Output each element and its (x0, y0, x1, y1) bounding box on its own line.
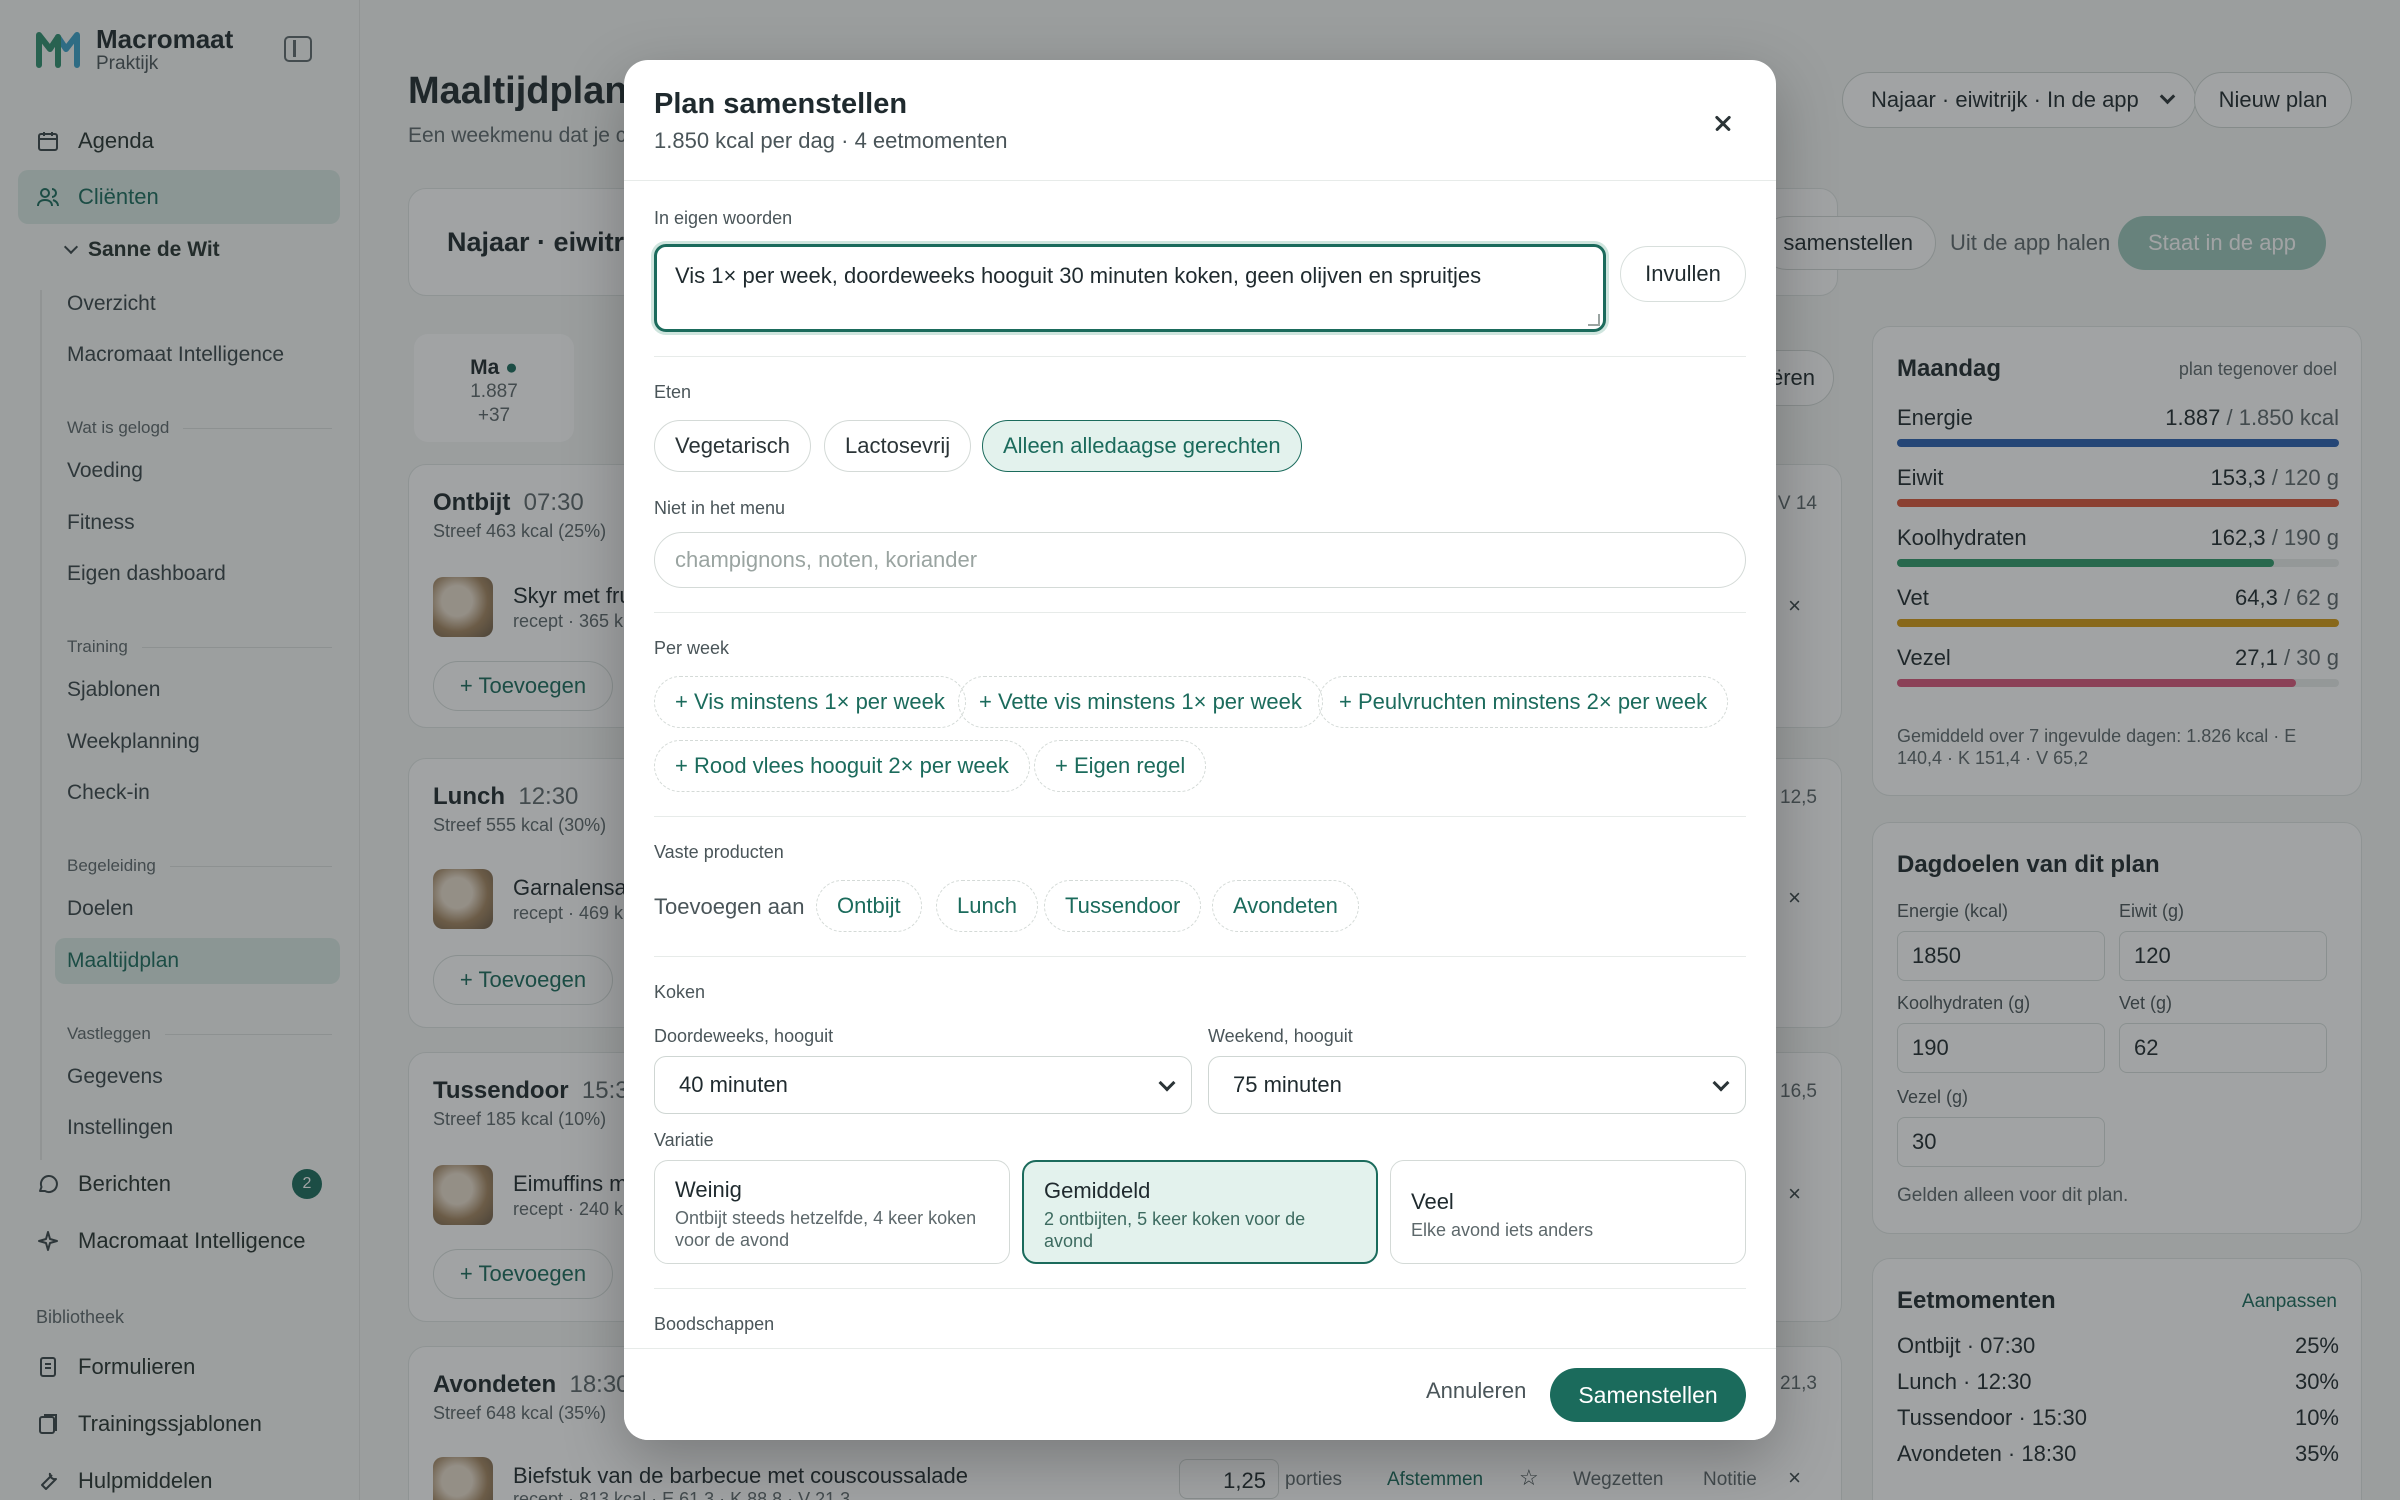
fixed-tussendoor[interactable]: Tussendoor (1044, 880, 1202, 932)
variation-desc: Ontbijt steeds hetzelfde, 4 keer koken v… (675, 1208, 977, 1250)
per-week-label: Per week (654, 638, 730, 658)
weekday-select-value: 40 minuten (679, 1072, 788, 1097)
fixed-avondeten[interactable]: Avondeten (1212, 880, 1359, 932)
variation-high[interactable]: Veel Elke avond iets anders (1390, 1160, 1746, 1264)
weekend-label: Weekend, hooguit (1208, 1026, 1353, 1046)
weekday-select[interactable]: 40 minuten (654, 1056, 1192, 1114)
exclude-input[interactable]: champignons, noten, koriander (654, 532, 1746, 588)
header-divider (624, 180, 1776, 181)
rule-fatty-fish[interactable]: + Vette vis minstens 1× per week (958, 676, 1323, 728)
dialog-subtitle: 1.850 kcal per dag · 4 eetmomenten (654, 128, 1008, 153)
exclude-label: Niet in het menu (654, 498, 786, 518)
fixed-products-label: Vaste producten (654, 842, 784, 862)
rule-fish[interactable]: + Vis minstens 1× per week (654, 676, 966, 728)
fixed-ontbijt[interactable]: Ontbijt (816, 880, 922, 932)
chevron-down-icon (1158, 1074, 1176, 1092)
submit-button[interactable]: Samenstellen (1550, 1368, 1746, 1422)
weekend-select-value: 75 minuten (1233, 1072, 1342, 1097)
rule-legumes[interactable]: + Peulvruchten minstens 2× per week (1318, 676, 1729, 728)
section-divider (654, 1288, 1746, 1289)
rule-custom[interactable]: + Eigen regel (1034, 740, 1207, 792)
rule-red-meat[interactable]: + Rood vlees hooguit 2× per week (654, 740, 1030, 792)
cooking-label: Koken (654, 982, 706, 1002)
variation-medium[interactable]: Gemiddeld 2 ontbijten, 5 keer koken voor… (1022, 1160, 1378, 1264)
section-divider (654, 956, 1746, 957)
compose-plan-dialog: Plan samenstellen 1.850 kcal per dag · 4… (624, 60, 1776, 1440)
weekday-label: Doordeweeks, hooguit (654, 1026, 834, 1046)
chip-vegetarian[interactable]: Vegetarisch (654, 420, 811, 472)
shopping-label: Boodschappen (654, 1314, 775, 1334)
variation-desc: Elke avond iets anders (1411, 1220, 1594, 1240)
variation-label: Variatie (654, 1130, 714, 1150)
variation-title: Gemiddeld (1044, 1178, 1151, 1203)
fill-in-button[interactable]: Invullen (1620, 246, 1746, 302)
fixed-lunch[interactable]: Lunch (936, 880, 1038, 932)
weekend-select[interactable]: 75 minuten (1208, 1056, 1746, 1114)
dialog-title: Plan samenstellen (654, 88, 908, 120)
close-icon[interactable] (1704, 104, 1742, 142)
own-words-label: In eigen woorden (654, 208, 793, 228)
chevron-down-icon (1712, 1074, 1730, 1092)
variation-title: Veel (1411, 1189, 1454, 1214)
add-to-label: Toevoegen aan (654, 894, 805, 919)
section-divider (654, 816, 1746, 817)
own-words-textarea[interactable]: Vis 1× per week, doordeweeks hooguit 30 … (654, 244, 1606, 332)
chip-lactose-free[interactable]: Lactosevrij (824, 420, 972, 472)
section-divider (654, 356, 1746, 357)
variation-low[interactable]: Weinig Ontbijt steeds hetzelfde, 4 keer … (654, 1160, 1010, 1264)
eat-label: Eten (654, 382, 692, 402)
cancel-button[interactable]: Annuleren (1426, 1378, 1526, 1404)
variation-desc: 2 ontbijten, 5 keer koken voor de avond (1044, 1209, 1306, 1251)
section-divider (654, 612, 1746, 613)
chip-everyday-dishes[interactable]: Alleen alledaagse gerechten (982, 420, 1302, 472)
variation-title: Weinig (675, 1177, 742, 1202)
